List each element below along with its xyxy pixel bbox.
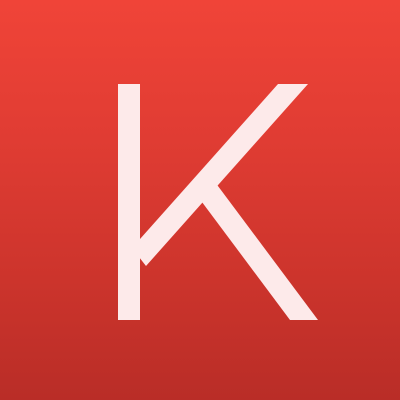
k-upper-arm bbox=[132, 84, 308, 266]
k-lower-leg bbox=[190, 170, 318, 320]
k-letter-icon bbox=[118, 84, 318, 320]
k-stem bbox=[118, 84, 140, 320]
app-icon-tile: K bbox=[0, 0, 400, 400]
